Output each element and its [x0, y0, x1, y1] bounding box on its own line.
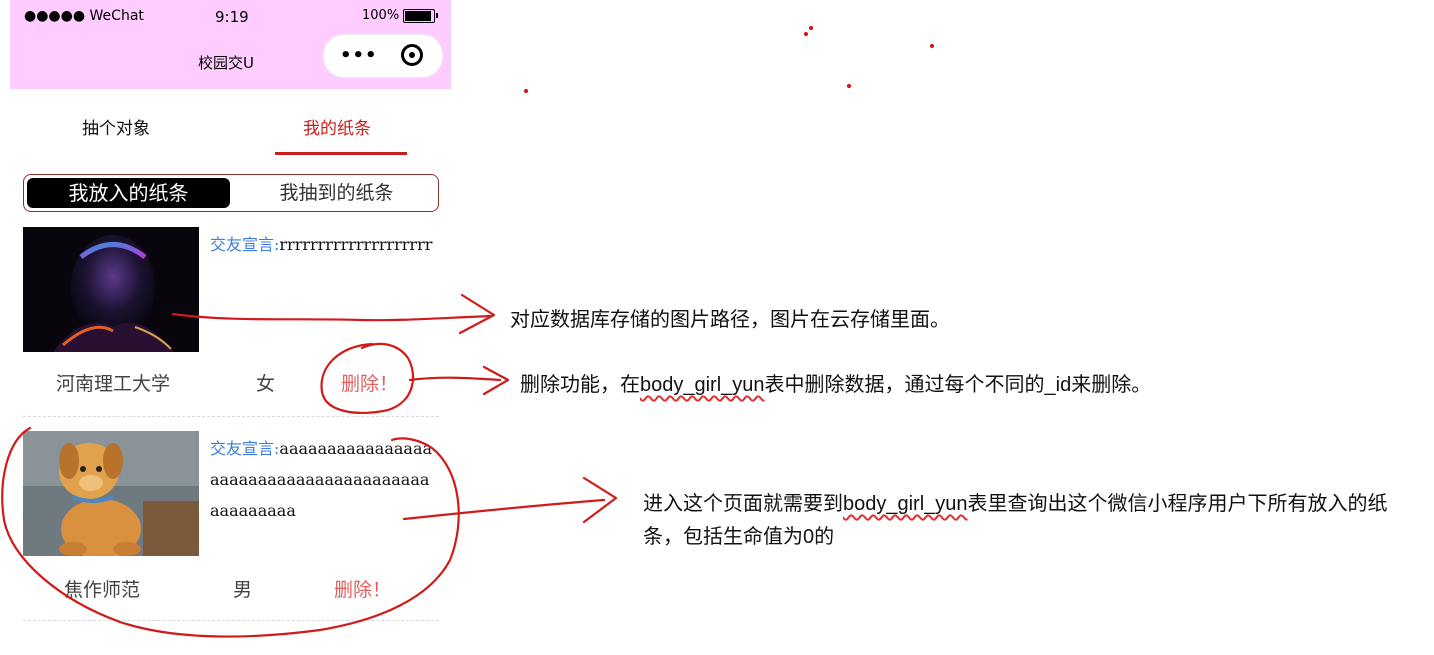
- annotation-text: 删除功能，在: [520, 374, 640, 396]
- annotation-query: 进入这个页面就需要到body_girl_yun表里查询出这个微信小程序用户下所有…: [643, 488, 1413, 554]
- table-name: body_girl_yun: [640, 374, 765, 396]
- annotation-delete: 删除功能，在body_girl_yun表中删除数据，通过每个不同的_id来删除。: [520, 368, 1151, 397]
- arrowhead-1: [458, 293, 496, 335]
- arrow-1: [171, 312, 494, 322]
- card-circle: [1, 426, 460, 638]
- table-name: body_girl_yun: [843, 493, 968, 515]
- delete-circle: [320, 342, 415, 415]
- annotation-text: 表中删除数据，通过每个不同的_id来删除。: [764, 374, 1152, 396]
- arrow-2: [408, 376, 502, 382]
- arrow-3: [402, 498, 606, 521]
- annotation-image-path: 对应数据库存储的图片路径，图片在云存储里面。: [510, 309, 950, 331]
- annotation-text: 进入这个页面就需要到: [643, 493, 843, 515]
